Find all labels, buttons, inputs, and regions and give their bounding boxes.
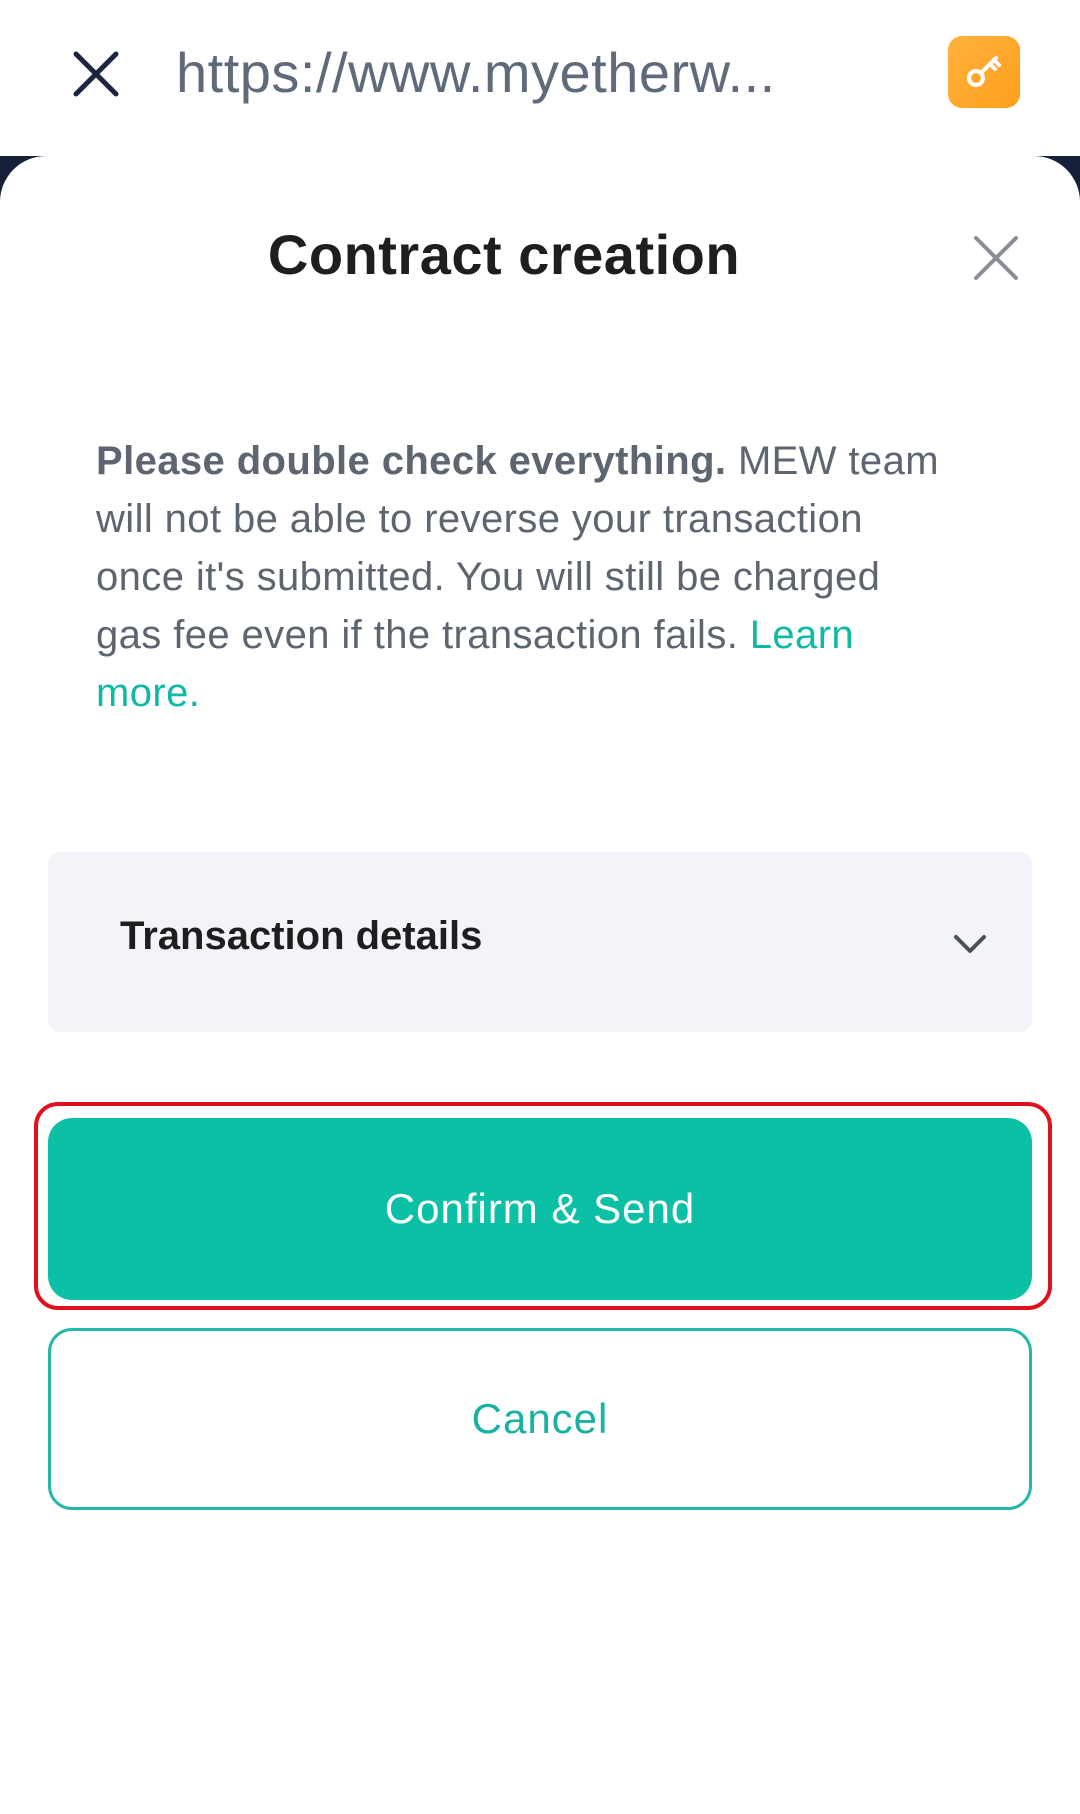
dialog-title: Contract creation — [267, 223, 741, 286]
warning-notice: Please double check everything. MEW team… — [96, 432, 956, 722]
chevron-down-icon — [948, 922, 992, 966]
transaction-details-label: Transaction details — [120, 914, 483, 958]
key-icon[interactable] — [948, 36, 1020, 108]
confirmation-sheet: Contract creation Please double check ev… — [0, 156, 1080, 1814]
close-icon[interactable] — [68, 46, 124, 102]
cancel-button[interactable]: Cancel — [48, 1328, 1032, 1510]
browser-toolbar: https://www.myetherw... — [0, 0, 1080, 156]
close-icon[interactable] — [972, 234, 1020, 282]
url-text[interactable]: https://www.myetherw... — [176, 38, 856, 108]
transaction-details-toggle[interactable]: Transaction details — [48, 852, 1032, 1032]
notice-bold-text: Please double check everything. — [96, 439, 727, 483]
confirm-send-button[interactable]: Confirm & Send — [48, 1118, 1032, 1300]
